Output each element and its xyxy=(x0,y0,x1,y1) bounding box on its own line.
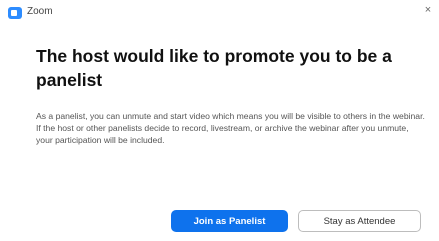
dialog-body: As a panelist, you can unmute and start … xyxy=(36,110,426,146)
dialog-headline: The host would like to promote you to be… xyxy=(36,46,392,90)
dialog-paragraph-2: If the host or other panelists decide to… xyxy=(36,123,409,145)
title-bar: Zoom × xyxy=(0,0,439,26)
dialog-paragraph-1: As a panelist, you can unmute and start … xyxy=(36,111,425,121)
window-title: Zoom xyxy=(27,6,53,17)
zoom-app-icon xyxy=(8,7,22,19)
join-as-panelist-button[interactable]: Join as Panelist xyxy=(171,210,288,232)
close-icon[interactable]: × xyxy=(421,3,435,17)
stay-as-attendee-button[interactable]: Stay as Attendee xyxy=(298,210,421,232)
